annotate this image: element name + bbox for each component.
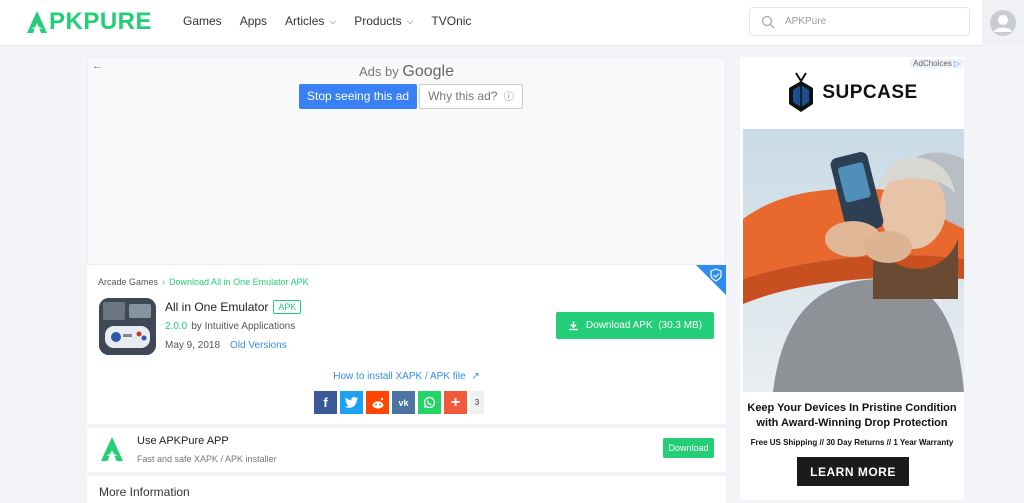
emulator-app-icon <box>99 298 156 355</box>
nav-tvonic-label: TVOnic <box>431 14 472 28</box>
search-input[interactable] <box>785 16 955 27</box>
search-icon <box>761 15 775 28</box>
ad-tagline: Keep Your Devices In Pristine Condition … <box>747 402 957 429</box>
stop-seeing-ad-button[interactable]: Stop seeing this ad <box>299 84 418 109</box>
chevron-down-icon: ⌵ <box>406 15 414 26</box>
howto-label: How to install XAPK / APK file <box>333 371 466 382</box>
app-date-row: May 9, 2018 Old Versions <box>165 340 287 351</box>
app-date: May 9, 2018 <box>165 340 221 351</box>
breadcrumb-category[interactable]: Arcade Games <box>98 277 158 287</box>
apk-badge: APK <box>273 300 302 314</box>
why-this-ad-label: Why this ad? <box>428 89 498 103</box>
nav-apps-label: Apps <box>239 14 268 28</box>
more-information-section: More Information <box>87 476 726 503</box>
twitter-icon[interactable] <box>340 391 363 414</box>
ads-by-label: Ads by <box>359 64 399 79</box>
promo-title: Use APKPure APP <box>137 435 229 447</box>
supcase-brand-text: SUPCASE <box>822 82 918 103</box>
nav-products[interactable]: Products ⌵ <box>354 14 413 28</box>
nav-articles-label: Articles <box>285 14 325 28</box>
download-label: Download APK <box>585 320 653 331</box>
nav-products-label: Products <box>354 14 402 28</box>
breadcrumb-current[interactable]: Download All in One Emulator APK <box>169 277 309 287</box>
ad-subline: Free US Shipping // 30 Day Returns // 1 … <box>750 438 954 447</box>
apkpure-logo-icon <box>27 11 47 33</box>
howto-link[interactable]: How to install XAPK / APK file ↗ <box>87 371 726 382</box>
chevron-down-icon: ⌵ <box>329 15 337 26</box>
adchoices-label: AdChoices <box>913 59 952 68</box>
promo-download-button[interactable]: Download <box>663 438 714 458</box>
breadcrumb-separator-icon: › <box>162 277 166 287</box>
vk-icon[interactable]: vk <box>392 391 415 414</box>
verified-shield-icon <box>696 265 726 295</box>
user-icon <box>990 10 1016 36</box>
top-header: PKPURE Games Apps Articles ⌵ Products ⌵ TV… <box>0 0 1024 46</box>
more-information-heading: More Information <box>99 485 190 499</box>
main-nav: Games Apps Articles ⌵ Products ⌵ TVOnic <box>183 14 489 28</box>
download-icon <box>568 321 578 331</box>
app-title: All in One Emulator APK <box>165 300 302 314</box>
app-developer[interactable]: by Intuitive Applications <box>191 321 295 332</box>
share-count: 3 <box>470 391 484 414</box>
apkpure-app-icon <box>101 437 123 461</box>
info-icon: ⓘ <box>503 92 514 103</box>
adchoices-icon: ▷ <box>953 59 960 68</box>
nav-apps[interactable]: Apps <box>240 14 267 28</box>
share-bar: f vk + 3 <box>314 391 484 414</box>
reddit-icon[interactable] <box>366 391 389 414</box>
app-icon <box>99 298 156 355</box>
google-label: Google <box>402 63 454 80</box>
search-box[interactable] <box>749 7 970 36</box>
external-link-icon: ↗ <box>471 371 480 382</box>
adchoices-badge[interactable]: AdChoices ▷ <box>910 59 963 68</box>
nav-games[interactable]: Games <box>183 14 222 28</box>
nav-tvonic[interactable]: TVOnic <box>431 14 471 28</box>
logo-text: PKPURE <box>49 8 153 35</box>
side-ad[interactable]: SUPCASE AdChoices ▷ Keep Your Devices In… <box>740 57 964 500</box>
avatar[interactable] <box>982 0 1024 46</box>
ads-by-google: Ads by Google <box>88 63 725 81</box>
whatsapp-icon[interactable] <box>418 391 441 414</box>
app-card: Arcade Games › Download All in One Emulato… <box>87 265 726 424</box>
app-version: 2.0.0 <box>165 321 188 332</box>
ad-banner: ← Ads by Google Stop seeing this ad Why … <box>87 57 726 265</box>
ad-photo <box>743 129 964 392</box>
old-versions-link[interactable]: Old Versions <box>230 340 287 351</box>
app-version-row: 2.0.0 by Intuitive Applications <box>165 321 295 332</box>
nav-articles[interactable]: Articles ⌵ <box>285 14 336 28</box>
promo-subtitle: Fast and safe XAPK / APK installer <box>137 454 277 464</box>
learn-more-button[interactable]: LEARN MORE <box>797 457 909 486</box>
app-name: All in One Emulator <box>165 300 269 314</box>
download-apk-button[interactable]: Download APK (30.3 MB) <box>556 312 714 339</box>
facebook-icon[interactable]: f <box>314 391 337 414</box>
supcase-robot-icon <box>789 72 814 112</box>
apkpure-app-promo: Use APKPure APP Fast and safe XAPK / APK… <box>87 428 726 472</box>
plus-icon[interactable]: + <box>444 391 467 414</box>
apkpure-logo[interactable]: PKPURE <box>26 8 152 36</box>
why-this-ad-button[interactable]: Why this ad? ⓘ <box>419 84 523 109</box>
nav-games-label: Games <box>183 14 222 28</box>
breadcrumb: Arcade Games › Download All in One Emulato… <box>98 277 309 287</box>
ad-feedback-buttons: Stop seeing this ad Why this ad? ⓘ <box>299 84 523 109</box>
download-size: (30.3 MB) <box>658 320 703 331</box>
